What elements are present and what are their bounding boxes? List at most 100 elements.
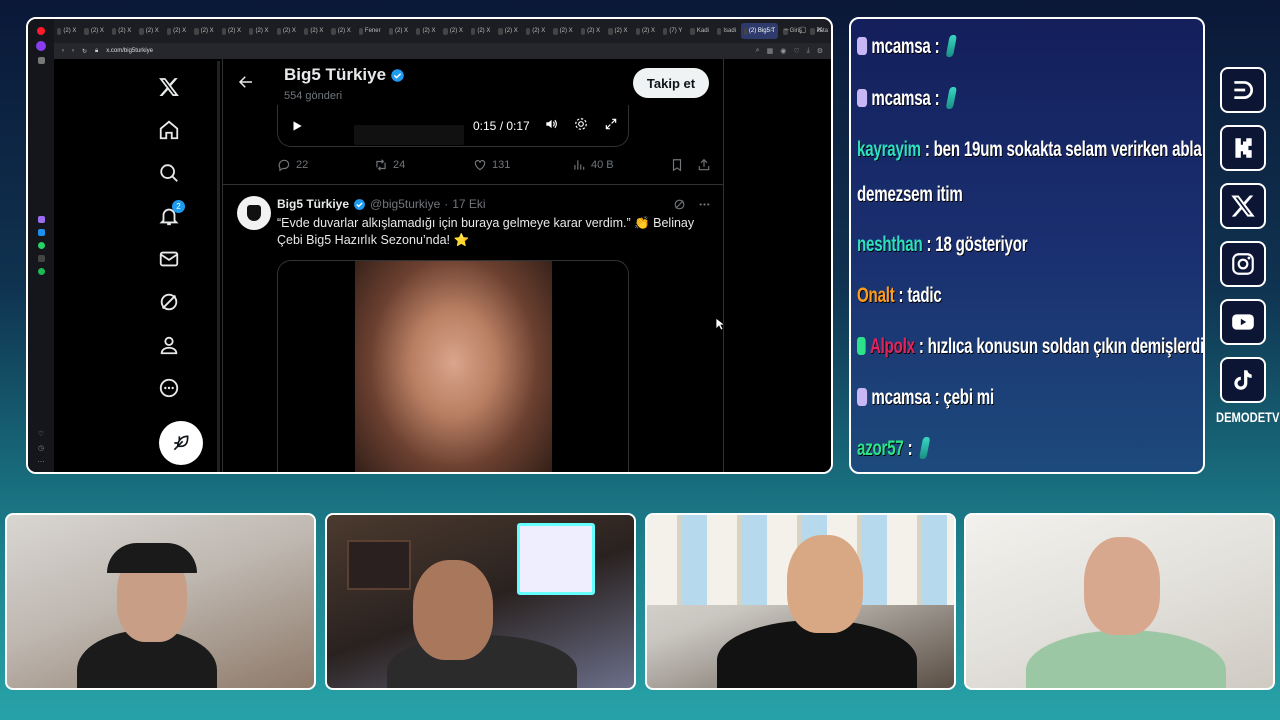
video-settings-icon[interactable]	[574, 117, 588, 131]
x-logo-icon[interactable]	[147, 65, 191, 108]
close-icon[interactable]: ✕	[816, 25, 823, 35]
maximize-icon[interactable]: ▢	[799, 25, 807, 35]
like-button[interactable]: 131	[473, 158, 510, 172]
spotify-icon[interactable]	[37, 268, 45, 275]
chat-separator: :	[922, 233, 936, 256]
minimize-icon[interactable]: –	[784, 25, 788, 35]
browser-tab[interactable]: Isadi	[714, 23, 739, 39]
opera-logo-icon[interactable]	[37, 27, 45, 35]
chat-username[interactable]: mcamsa	[871, 35, 930, 58]
heart-icon[interactable]: ♡	[793, 47, 799, 55]
instagram-icon[interactable]	[1220, 241, 1266, 287]
browser-tab[interactable]: (2) X	[219, 23, 244, 39]
browser-tab[interactable]: (2) X	[495, 23, 520, 39]
browser-tab[interactable]: (2) X	[109, 23, 134, 39]
browser-tab[interactable]: (2) X	[633, 23, 658, 39]
browser-tab[interactable]: Kadi	[687, 23, 712, 39]
bookmark-button[interactable]	[670, 158, 684, 172]
browser-tab[interactable]: Fener	[356, 23, 384, 39]
browser-tab[interactable]: (2) X	[413, 23, 438, 39]
browser-tab[interactable]: (2) X	[301, 23, 326, 39]
play-icon[interactable]	[290, 119, 304, 133]
browser-tab[interactable]: (2) X	[136, 23, 161, 39]
demode-icon[interactable]	[1220, 67, 1266, 113]
browser-tab[interactable]: (2) X	[328, 23, 353, 39]
notifications-icon[interactable]: 2	[147, 194, 191, 237]
chat-username[interactable]: mcamsa	[871, 87, 930, 110]
home-icon[interactable]	[147, 108, 191, 151]
more-options-icon[interactable]	[698, 198, 711, 211]
reload-icon[interactable]: ↻	[82, 48, 87, 55]
download-icon[interactable]: ⤓	[807, 47, 810, 55]
chat-username[interactable]: azor57	[857, 437, 904, 460]
extension-icon[interactable]: ▦	[767, 47, 774, 55]
browser-tab[interactable]: (2) X	[81, 23, 106, 39]
browser-tab[interactable]: (2) X	[440, 23, 465, 39]
aria-icon[interactable]	[36, 41, 46, 51]
follow-button[interactable]: Takip et	[633, 68, 709, 98]
chat-username[interactable]: Onalt	[857, 284, 895, 307]
search-tabs-icon[interactable]: ⌕	[770, 25, 774, 35]
history-icon[interactable]: ◷	[38, 444, 44, 452]
whatsapp-icon[interactable]	[37, 242, 45, 249]
browser-tab[interactable]: (2) X	[164, 23, 189, 39]
tiktok-icon[interactable]	[1220, 357, 1266, 403]
more-sidebar-icon[interactable]: ⋯	[38, 458, 45, 466]
grok-explain-icon[interactable]	[673, 198, 686, 211]
search-icon[interactable]	[147, 151, 191, 194]
browser-tab[interactable]: (2) X	[468, 23, 493, 39]
tweet-date[interactable]: 17 Eki	[452, 197, 485, 211]
x-icon[interactable]	[1220, 183, 1266, 229]
share-button[interactable]	[697, 158, 711, 172]
browser-tab[interactable]: (2) X	[191, 23, 216, 39]
home-sidebar-icon[interactable]	[37, 57, 45, 64]
url-field[interactable]: x.com/big5turkiye	[106, 48, 153, 54]
profile-icon[interactable]	[147, 323, 191, 366]
grok-icon[interactable]	[147, 280, 191, 323]
browser-tab[interactable]: (7) Y	[660, 23, 685, 39]
chat-username[interactable]: kayrayim	[857, 138, 921, 161]
search-page-icon[interactable]: ⌕	[756, 47, 760, 55]
fullscreen-icon[interactable]	[604, 117, 618, 131]
nav-scrollbar[interactable]	[217, 61, 220, 472]
volume-icon[interactable]	[544, 117, 558, 131]
reply-button[interactable]: 22	[277, 158, 308, 172]
forward-nav-icon[interactable]: ›	[72, 48, 74, 54]
kick-icon[interactable]	[1220, 125, 1266, 171]
compose-post-button[interactable]	[159, 421, 203, 465]
browser-tab[interactable]: (2) X	[386, 23, 411, 39]
tweet[interactable]: Big5 Türkiye @big5turkiye · 17 Eki “Evde…	[223, 185, 723, 472]
tab-favicon-icon	[662, 27, 668, 35]
chat-username[interactable]: neshthan	[857, 233, 923, 256]
camera-icon[interactable]: ◉	[780, 47, 786, 55]
browser-tab[interactable]: (2) X	[54, 23, 79, 39]
heart-sidebar-icon[interactable]: ♡	[38, 430, 44, 438]
tab-favicon-icon	[166, 27, 172, 35]
repost-button[interactable]: 24	[374, 158, 405, 172]
browser-tab[interactable]: (2) X	[578, 23, 603, 39]
aria-sidebar-icon[interactable]	[37, 216, 45, 223]
messages-icon[interactable]	[147, 237, 191, 280]
browser-tab[interactable]: (2) X	[605, 23, 630, 39]
back-nav-icon[interactable]: ‹	[62, 48, 64, 54]
browser-tab[interactable]: (2) X	[523, 23, 548, 39]
video-progress-track[interactable]	[354, 125, 464, 145]
messenger-icon[interactable]	[37, 229, 45, 236]
tweet-author-name[interactable]: Big5 Türkiye	[277, 197, 349, 211]
settings-icon[interactable]: ⚙	[817, 47, 823, 55]
views-button[interactable]: 40 B	[572, 158, 614, 172]
avatar[interactable]	[237, 196, 271, 230]
browser-tab[interactable]: (2) X	[550, 23, 575, 39]
tweet-video[interactable]	[277, 260, 629, 472]
tweet-separator: ·	[444, 197, 449, 211]
browser-tab[interactable]: (2) X	[274, 23, 299, 39]
more-icon[interactable]	[147, 366, 191, 409]
tweet-handle[interactable]: @big5turkiye	[370, 197, 440, 211]
back-arrow-icon[interactable]	[237, 73, 255, 91]
chat-username[interactable]: mcamsa	[871, 386, 930, 409]
chat-username[interactable]: Alpolx	[870, 335, 915, 358]
chat-text: çebi mi	[943, 386, 995, 409]
browser-tab[interactable]: (2) X	[246, 23, 271, 39]
youtube-icon[interactable]	[1220, 299, 1266, 345]
x-sidebar-icon[interactable]	[37, 255, 45, 262]
